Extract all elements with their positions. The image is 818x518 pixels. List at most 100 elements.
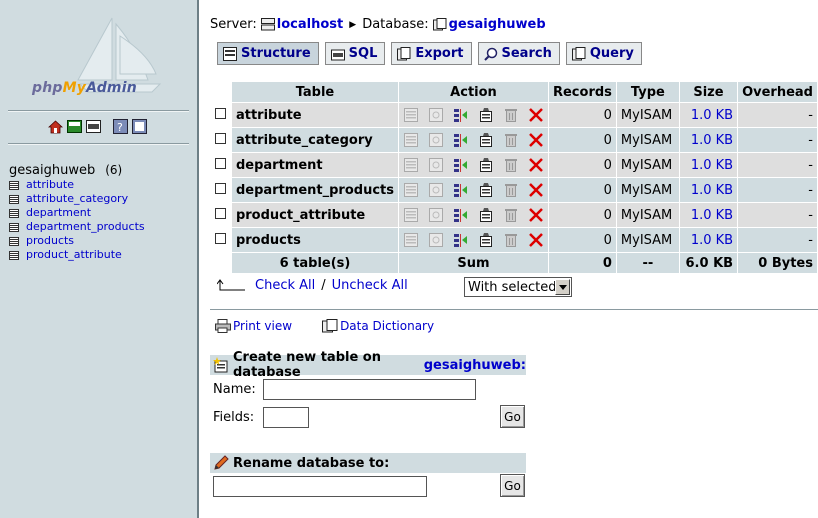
browse-icon[interactable] [403,233,419,247]
data-dictionary-link[interactable]: Data Dictionary [322,319,434,333]
insert-icon[interactable] [453,233,469,247]
insert-icon[interactable] [453,133,469,147]
properties-icon[interactable] [478,233,494,247]
drop-icon[interactable] [528,158,544,172]
tab-query[interactable]: Query [565,42,642,65]
sql-query-icon[interactable] [86,119,101,134]
fields-count-input[interactable] [263,407,309,428]
tab-search[interactable]: Search [477,42,560,65]
create-table-header: Create new table on database gesaighuweb… [210,350,526,380]
select-icon[interactable] [428,183,444,197]
browse-icon[interactable] [403,133,419,147]
select-icon[interactable] [428,158,444,172]
insert-icon[interactable] [453,108,469,122]
table-name[interactable]: department [231,153,398,177]
row-checkbox[interactable] [215,107,227,119]
properties-icon[interactable] [478,183,494,197]
size-cell[interactable]: 1.0 KB [679,203,738,227]
col-overhead: Overhead [738,82,817,102]
insert-icon[interactable] [453,208,469,222]
table-icon[interactable] [9,236,19,246]
footer-type: -- [616,253,679,273]
size-cell[interactable]: 1.0 KB [679,228,738,252]
size-cell[interactable]: 1.0 KB [679,153,738,177]
list-item: attribute_category [9,192,145,206]
insert-icon[interactable] [453,183,469,197]
overhead-cell: - [738,178,817,202]
home-icon[interactable] [47,119,64,134]
drop-icon[interactable] [528,108,544,122]
select-icon[interactable] [428,133,444,147]
row-checkbox[interactable] [215,157,227,169]
table-name[interactable]: department_products [231,178,398,202]
print-view-link[interactable]: Print view [215,319,292,333]
row-checkbox[interactable] [215,182,227,194]
new-table-icon [213,357,229,373]
uncheck-all-link[interactable]: Uncheck All [332,278,408,293]
check-all-link[interactable]: Check All [255,278,315,293]
empty-icon[interactable] [503,158,519,172]
chevron-down-icon[interactable] [555,279,570,295]
empty-icon[interactable] [503,133,519,147]
browse-icon[interactable] [403,208,419,222]
table-name[interactable]: product_attribute [231,203,398,227]
docs-icon[interactable] [132,119,147,134]
row-checkbox[interactable] [215,232,227,244]
rename-go-button[interactable]: Go [500,474,525,497]
drop-icon[interactable] [528,183,544,197]
rename-db-input[interactable] [213,476,427,497]
size-cell[interactable]: 1.0 KB [679,178,738,202]
table-link[interactable]: product_attribute [26,248,122,262]
select-icon[interactable] [428,208,444,222]
row-checkbox[interactable] [215,207,227,219]
db-name[interactable]: gesaighuweb [9,163,95,178]
with-selected-select[interactable]: With selected: [464,277,572,297]
empty-icon[interactable] [503,183,519,197]
properties-icon[interactable] [478,208,494,222]
select-icon[interactable] [428,233,444,247]
server-link[interactable]: localhost [277,17,343,32]
table-link[interactable]: department_products [26,220,145,234]
table-name[interactable]: attribute [231,103,398,127]
new-table-name-input[interactable] [263,379,476,400]
browse-icon[interactable] [403,183,419,197]
tab-sql[interactable]: SQL [324,42,386,65]
overhead-cell: - [738,203,817,227]
empty-icon[interactable] [503,233,519,247]
table-name[interactable]: products [231,228,398,252]
insert-icon[interactable] [453,158,469,172]
table-icon[interactable] [9,180,19,190]
table-link[interactable]: department [26,206,91,220]
size-cell[interactable]: 1.0 KB [679,103,738,127]
empty-icon[interactable] [503,208,519,222]
footer-sum: Sum [398,253,548,273]
records-cell: 0 [548,128,616,152]
select-icon[interactable] [428,108,444,122]
size-cell[interactable]: 1.0 KB [679,128,738,152]
drop-icon[interactable] [528,233,544,247]
browse-icon[interactable] [403,158,419,172]
row-actions [398,128,548,152]
properties-icon[interactable] [478,133,494,147]
table-name[interactable]: attribute_category [231,128,398,152]
properties-icon[interactable] [478,158,494,172]
create-go-button[interactable]: Go [500,405,525,428]
table-icon[interactable] [9,250,19,260]
help-icon[interactable]: ? [113,119,128,134]
browse-icon[interactable] [403,108,419,122]
empty-icon[interactable] [503,108,519,122]
drop-icon[interactable] [528,208,544,222]
exit-icon[interactable] [67,119,82,134]
table-icon[interactable] [9,222,19,232]
drop-icon[interactable] [528,133,544,147]
table-link[interactable]: attribute_category [26,192,128,206]
properties-icon[interactable] [478,108,494,122]
database-link[interactable]: gesaighuweb [449,17,546,32]
tab-export[interactable]: Export [391,42,472,65]
table-link[interactable]: attribute [26,178,74,192]
tab-structure[interactable]: Structure [217,42,319,65]
table-icon[interactable] [9,208,19,218]
table-icon[interactable] [9,194,19,204]
row-checkbox[interactable] [215,132,227,144]
table-link[interactable]: products [26,234,74,248]
